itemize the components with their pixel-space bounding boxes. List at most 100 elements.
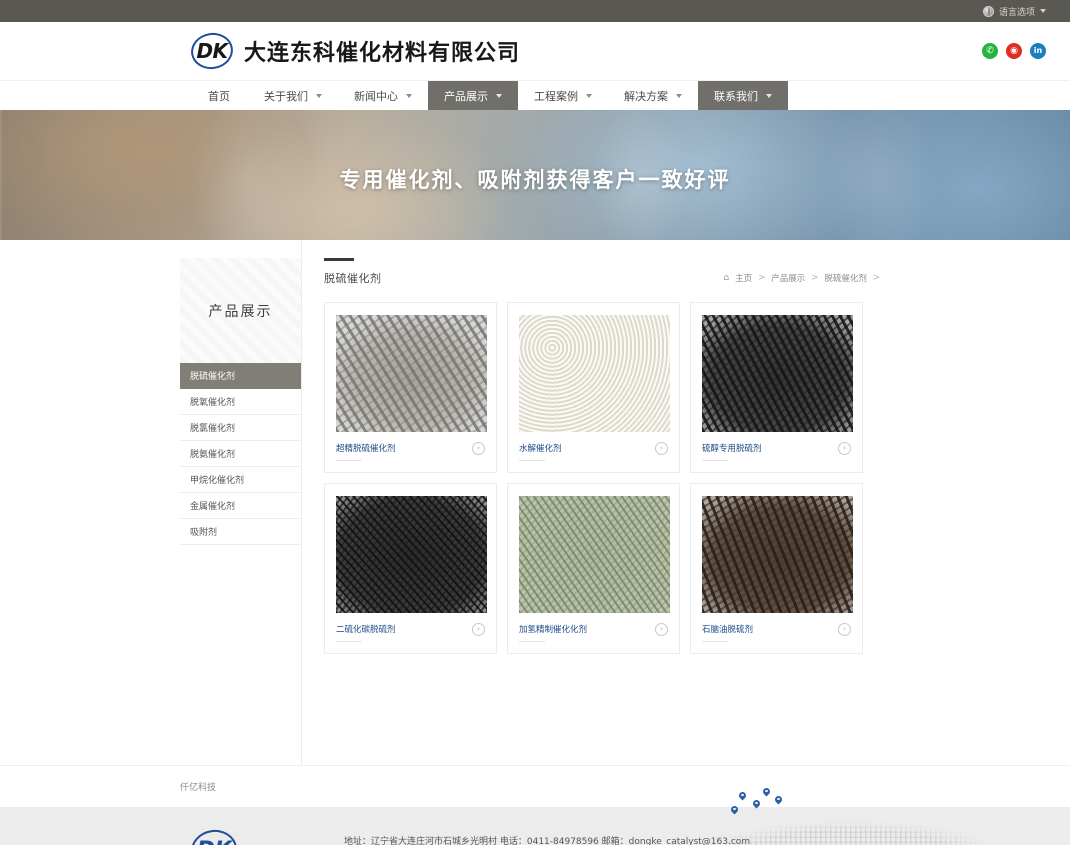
sidebar-item-deammoniation[interactable]: 脱氨催化剂 [180, 441, 301, 467]
product-image [519, 315, 670, 432]
page-title-block: 脱硫催化剂 [324, 258, 382, 286]
sidebar-item-adsorbent[interactable]: 吸附剂 [180, 519, 301, 545]
main-navigation: 首页 关于我们 新闻中心 产品展示 工程案例 解决方案 联系我们 [0, 80, 1070, 110]
globe-icon [983, 6, 994, 17]
caption-rule [336, 641, 362, 642]
caption-rule [336, 460, 362, 461]
product-title: 硫醇专用脱硫剂 [702, 442, 762, 454]
product-caption: 超精脱硫催化剂 › [336, 432, 485, 455]
product-title: 水解催化剂 [519, 442, 562, 454]
nav-item-contact[interactable]: 联系我们 [698, 81, 788, 111]
nav-label: 工程案例 [534, 88, 578, 104]
product-card[interactable]: 二硫化碳脱硫剂 › [324, 483, 497, 654]
language-selector[interactable]: 语言选项 [983, 5, 1046, 18]
sidebar-item-dechlorination[interactable]: 脱氯催化剂 [180, 415, 301, 441]
content-inner: 产品展示 脱硫催化剂 脱氧催化剂 脱氯催化剂 脱氨催化剂 甲烷化催化剂 金属催化… [180, 240, 880, 765]
nav-label: 首页 [208, 88, 230, 104]
breadcrumb: ⌂ 主页 > 产品展示 > 脱硫催化剂 > [723, 272, 880, 286]
product-card[interactable]: 石脑油脱硫剂 › [690, 483, 863, 654]
footer-info: 地址：辽宁省大连庄河市石城乡光明村 电话：0411-84978596 邮箱：do… [344, 835, 750, 845]
product-title: 加氢精制催化化剂 [519, 623, 587, 635]
wechat-icon[interactable]: ✆ [982, 43, 998, 59]
nav-label: 产品展示 [444, 88, 488, 104]
product-grid: 超精脱硫催化剂 › 水解催化剂 › [324, 302, 880, 654]
chevron-down-icon [496, 94, 502, 98]
product-caption: 二硫化碳脱硫剂 › [336, 613, 485, 636]
breadcrumb-home[interactable]: 主页 [735, 272, 752, 284]
chevron-down-icon [676, 94, 682, 98]
nav-item-solutions[interactable]: 解决方案 [608, 81, 698, 111]
product-sidebar: 产品展示 脱硫催化剂 脱氧催化剂 脱氯催化剂 脱氨催化剂 甲烷化催化剂 金属催化… [180, 240, 302, 765]
language-label: 语言选项 [999, 5, 1035, 18]
product-caption: 石脑油脱硫剂 › [702, 613, 851, 636]
top-utility-bar: 语言选项 [0, 0, 1070, 22]
nav-label: 新闻中心 [354, 88, 398, 104]
chevron-right-icon[interactable]: › [472, 442, 485, 455]
chevron-right-icon[interactable]: › [472, 623, 485, 636]
hero-title: 专用催化剂、吸附剂获得客户一致好评 [0, 164, 1070, 194]
product-title: 二硫化碳脱硫剂 [336, 623, 396, 635]
sub-footer: 仟亿科技 [0, 765, 1070, 807]
page-title: 脱硫催化剂 [324, 270, 382, 286]
map-pin-icon [739, 792, 746, 802]
product-card[interactable]: 水解催化剂 › [507, 302, 680, 473]
footer-dk-logo-icon: DK [190, 826, 238, 845]
product-caption: 水解催化剂 › [519, 432, 668, 455]
linkedin-icon[interactable]: in [1030, 43, 1046, 59]
logo-text: DK [190, 31, 234, 71]
nav-item-home[interactable]: 首页 [190, 81, 248, 111]
nav-label: 联系我们 [714, 88, 758, 104]
chevron-right-icon[interactable]: › [838, 442, 851, 455]
brand-logo[interactable]: DK 大连东科催化材料有限公司 [190, 31, 520, 71]
product-caption: 硫醇专用脱硫剂 › [702, 432, 851, 455]
map-pins-decoration [725, 788, 789, 816]
chevron-right-icon[interactable]: › [655, 623, 668, 636]
main-header: 脱硫催化剂 ⌂ 主页 > 产品展示 > 脱硫催化剂 > [324, 258, 880, 286]
caption-rule [519, 460, 545, 461]
breadcrumb-separator: > [873, 273, 880, 283]
sidebar-item-deoxygenation[interactable]: 脱氧催化剂 [180, 389, 301, 415]
sidebar-list: 脱硫催化剂 脱氧催化剂 脱氯催化剂 脱氨催化剂 甲烷化催化剂 金属催化剂 吸附剂 [180, 363, 301, 545]
chevron-down-icon [1040, 9, 1046, 13]
product-image [519, 496, 670, 613]
breadcrumb-separator: > [811, 273, 818, 283]
chevron-right-icon[interactable]: › [655, 442, 668, 455]
sidebar-item-metal-catalyst[interactable]: 金属催化剂 [180, 493, 301, 519]
sidebar-item-methanation[interactable]: 甲烷化催化剂 [180, 467, 301, 493]
social-links: ✆ ◉ in [982, 43, 1046, 59]
footer-logo-text: DK [190, 826, 238, 845]
chevron-right-icon[interactable]: › [838, 623, 851, 636]
chevron-down-icon [586, 94, 592, 98]
sidebar-item-desulfurization[interactable]: 脱硫催化剂 [180, 363, 301, 389]
product-image [702, 315, 853, 432]
title-rule [324, 258, 354, 261]
product-title: 石脑油脱硫剂 [702, 623, 753, 635]
chevron-down-icon [316, 94, 322, 98]
chevron-down-icon [406, 94, 412, 98]
page-root: 语言选项 DK 大连东科催化材料有限公司 ✆ ◉ in 首页 关于我们 新闻中心 [0, 0, 1070, 845]
product-image [336, 315, 487, 432]
product-caption: 加氢精制催化化剂 › [519, 613, 668, 636]
chevron-down-icon [766, 94, 772, 98]
nav-label: 解决方案 [624, 88, 668, 104]
weibo-icon[interactable]: ◉ [1006, 43, 1022, 59]
breadcrumb-separator: > [758, 273, 765, 283]
product-card[interactable]: 加氢精制催化化剂 › [507, 483, 680, 654]
breadcrumb-products[interactable]: 产品展示 [771, 272, 805, 284]
footer-contact-line: 地址：辽宁省大连庄河市石城乡光明村 电话：0411-84978596 邮箱：do… [344, 835, 750, 845]
map-pin-icon [763, 788, 770, 798]
sub-footer-credit[interactable]: 仟亿科技 [180, 780, 216, 793]
breadcrumb-current[interactable]: 脱硫催化剂 [824, 272, 867, 284]
home-icon[interactable]: ⌂ [723, 273, 729, 283]
nav-item-products[interactable]: 产品展示 [428, 81, 518, 111]
nav-item-about[interactable]: 关于我们 [248, 81, 338, 111]
nav-item-cases[interactable]: 工程案例 [518, 81, 608, 111]
nav-item-news[interactable]: 新闻中心 [338, 81, 428, 111]
caption-rule [519, 641, 545, 642]
hero-banner: 专用催化剂、吸附剂获得客户一致好评 [0, 110, 1070, 240]
product-card[interactable]: 超精脱硫催化剂 › [324, 302, 497, 473]
nav-label: 关于我们 [264, 88, 308, 104]
map-pin-icon [775, 796, 782, 806]
product-card[interactable]: 硫醇专用脱硫剂 › [690, 302, 863, 473]
dk-logo-icon: DK [190, 31, 234, 71]
